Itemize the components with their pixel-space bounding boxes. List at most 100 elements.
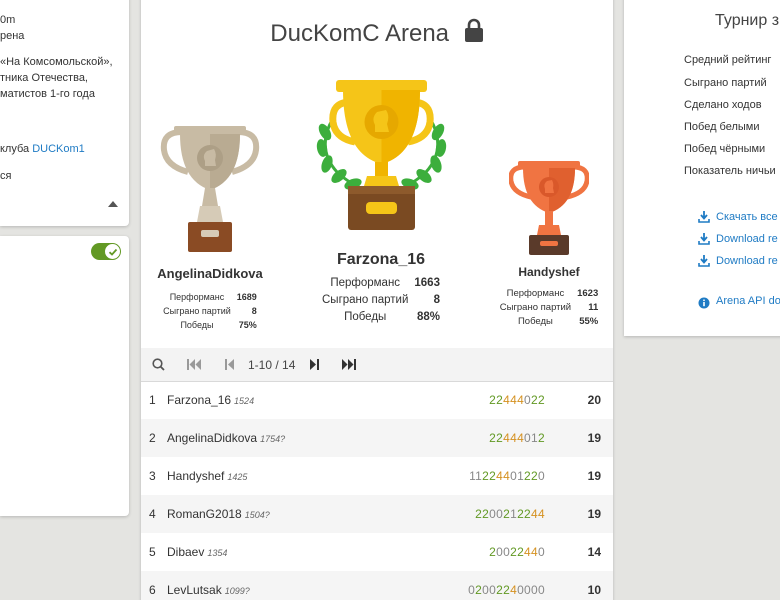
stat-label: Перформанс [169,292,225,302]
row-score-sheet: 20022440 [489,545,545,559]
podium-player-name[interactable]: Handyshef [487,265,611,279]
info-line-3: «На Комсомольской», [0,56,113,68]
score-digit: 2 [531,393,539,407]
row-player[interactable]: AngelinaDidkova 1754? [167,431,285,445]
row-total-score: 20 [587,393,601,407]
row-player-name[interactable]: Handyshef [167,469,224,483]
row-total-score: 14 [587,545,601,559]
stats-panel-title: Турнир з [715,12,780,29]
tournament-main-panel: DucKomC Arena AngelinaDidkova Перформанс… [141,0,613,600]
row-player-name[interactable]: Farzona_16 [167,393,231,407]
table-row[interactable]: 4 RomanG2018 1504? 2200212244 19 [141,495,613,533]
row-player[interactable]: Dibaev 1354 [167,545,227,559]
podium-player-name[interactable]: AngelinaDidkova [149,266,271,281]
download-icon[interactable] [698,254,710,272]
score-digit: 0 [517,583,525,597]
podium-stats: Перформанс 1623 Сыграно партий 11 Победы 55… [500,287,599,329]
score-digit: 4 [524,545,532,559]
last-page-icon[interactable] [342,359,356,373]
row-player-name[interactable]: LevLutsak [167,583,222,597]
lock-icon [464,18,484,49]
score-digit: 1 [531,431,539,445]
stat-label: Победы [517,316,553,327]
stat-label: Сыграно партий [322,294,409,306]
row-player-rating: 1425 [227,472,248,482]
score-digit: 4 [531,545,539,559]
row-player-rating: 1504? [244,510,270,520]
club-link[interactable]: DUCKom1 [32,143,85,155]
arena-api-link[interactable]: Arena API do [716,295,780,307]
score-digit: 2 [524,469,532,483]
row-rank: 3 [149,469,156,483]
stat-moves-made: Сделано ходов [684,99,762,111]
row-total-score: 19 [587,431,601,445]
toggle-switch[interactable] [91,243,121,260]
row-player[interactable]: Handyshef 1425 [167,469,247,483]
score-digit: 2 [524,507,532,521]
row-player[interactable]: Farzona_16 1524 [167,393,254,407]
info-line-last: ся [0,170,12,182]
score-digit: 1 [517,469,525,483]
table-row[interactable]: 3 Handyshef 1425 11224401220 19 [141,457,613,495]
stat-value: 75% [238,320,257,330]
score-digit: 0 [531,583,539,597]
podium-stats: Перформанс 1689 Сыграно партий 8 Победы 75% [163,290,257,332]
stat-value: 55% [579,316,599,327]
table-row[interactable]: 6 LevLutsak 1099? 02002240000 10 [141,571,613,600]
stat-value: 8 [433,294,440,306]
stat-value: 8 [251,306,257,316]
score-digit: 2 [531,469,539,483]
row-rank: 5 [149,545,156,559]
score-digit: 4 [510,393,518,407]
row-player[interactable]: LevLutsak 1099? [167,583,250,597]
podium-second: AngelinaDidkova Перформанс 1689 Сыграно п… [149,266,271,332]
table-row[interactable]: 5 Dibaev 1354 20022440 14 [141,533,613,571]
prev-page-icon[interactable] [225,359,234,373]
checkmark-icon [105,244,120,259]
collapse-arrow-icon[interactable] [108,201,118,207]
score-digit: 2 [510,545,518,559]
club-prefix: клуба [0,143,33,155]
row-player[interactable]: RomanG2018 1504? [167,507,270,521]
score-digit: 2 [517,507,525,521]
stat-label: Перформанс [506,288,565,299]
club-line: клуба DUCKom1 [0,143,85,155]
row-total-score: 10 [587,583,601,597]
stat-value: 1663 [414,277,440,289]
row-player-name[interactable]: RomanG2018 [167,507,242,521]
stat-draw-rate: Показатель ничьи [684,165,776,177]
next-page-icon[interactable] [310,359,319,373]
download-all-link[interactable]: Скачать все [716,211,778,223]
score-digit: 0 [538,469,545,483]
tournament-title-text: DucKomC Arena [270,20,450,47]
score-digit: 1 [510,507,518,521]
row-player-rating: 1099? [224,586,250,596]
download-results-link-2[interactable]: Download re [716,255,778,267]
download-icon[interactable] [698,232,710,250]
score-digit: 0 [524,431,532,445]
score-digit: 0 [524,393,532,407]
download-icon[interactable] [698,210,710,228]
gold-trophy-icon [316,80,447,230]
search-icon[interactable] [152,358,165,374]
stat-average-rating: Средний рейтинг [684,54,772,66]
info-line-4: тника Отечества, [0,72,88,84]
row-player-name[interactable]: Dibaev [167,545,204,559]
tournament-info-panel: 0m рена «На Комсомольской», тника Отечес… [0,0,129,226]
row-player-name[interactable]: AngelinaDidkova [167,431,257,445]
first-page-icon[interactable] [187,359,201,373]
info-line-5: матистов 1-го года [0,88,95,100]
stat-label: Победы [180,320,214,330]
silver-trophy-icon [160,126,260,252]
score-digit: 4 [531,507,539,521]
stat-label: Сыграно партий [163,306,231,316]
info-icon[interactable] [698,296,710,314]
podium-player-name[interactable]: Farzona_16 [316,251,446,269]
table-row[interactable]: 1 Farzona_16 1524 22444022 20 [141,381,613,419]
stat-black-wins: Побед чёрными [684,143,766,155]
row-player-rating: 1354 [207,548,228,558]
table-row[interactable]: 2 AngelinaDidkova 1754? 22444012 19 [141,419,613,457]
score-digit: 4 [517,393,525,407]
download-results-link[interactable]: Download re [716,233,778,245]
stat-value: 1689 [236,292,257,302]
